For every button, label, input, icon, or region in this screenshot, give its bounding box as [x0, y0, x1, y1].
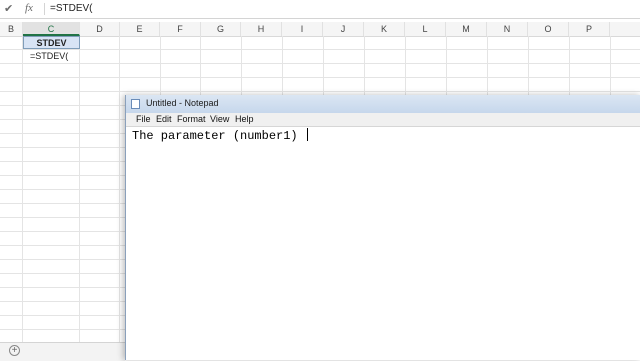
column-header-b[interactable]: B — [0, 22, 23, 36]
formula-input[interactable]: =STDEV( — [50, 3, 93, 14]
menu-view[interactable]: View — [210, 114, 229, 124]
column-header-p[interactable]: P — [569, 22, 610, 36]
menu-edit[interactable]: Edit — [156, 114, 172, 124]
cell-c1[interactable]: STDEV — [23, 36, 80, 49]
text-caret — [306, 128, 308, 141]
column-header-o[interactable]: O — [528, 22, 569, 36]
editor-text-line[interactable]: The parameter (number1) — [132, 128, 308, 143]
menu-file[interactable]: File — [136, 114, 151, 124]
formula-bar: ✔ fx =STDEV( — [0, 0, 640, 19]
column-header-d[interactable]: D — [80, 22, 120, 36]
menu-bar: File Edit Format View Help — [126, 113, 640, 127]
column-header-e[interactable]: E — [120, 22, 160, 36]
grid-line — [0, 63, 640, 64]
function-icon[interactable]: fx — [25, 2, 33, 14]
menu-help[interactable]: Help — [235, 114, 254, 124]
column-header-l[interactable]: L — [405, 22, 446, 36]
grid-line — [119, 36, 120, 360]
notepad-icon — [131, 99, 140, 109]
editor-text: The parameter (number1) — [132, 129, 305, 143]
column-header-g[interactable]: G — [201, 22, 241, 36]
menu-format[interactable]: Format — [177, 114, 206, 124]
add-sheet-button[interactable]: + — [9, 345, 20, 356]
grid-line — [22, 36, 23, 360]
grid-line — [79, 36, 80, 360]
text-editor-area[interactable]: The parameter (number1) — [126, 127, 640, 360]
column-header-n[interactable]: N — [487, 22, 528, 36]
column-header-row: B C D E F G H I J K L M N O P — [0, 22, 640, 37]
grid-line — [0, 91, 640, 92]
grid-line — [0, 77, 640, 78]
title-bar[interactable]: Untitled - Notepad — [126, 95, 640, 113]
checkmark-icon[interactable]: ✔ — [4, 2, 13, 15]
grid-line — [0, 49, 640, 50]
column-header-j[interactable]: J — [323, 22, 364, 36]
column-header-f[interactable]: F — [160, 22, 201, 36]
cell-c2[interactable]: =STDEV( — [30, 50, 68, 63]
formula-bar-divider — [44, 3, 45, 15]
notepad-window: Untitled - Notepad File Edit Format View… — [125, 95, 640, 360]
column-header-k[interactable]: K — [364, 22, 405, 36]
window-title: Untitled - Notepad — [146, 98, 219, 108]
column-header-i[interactable]: I — [282, 22, 323, 36]
column-header-c[interactable]: C — [23, 22, 80, 36]
column-header-h[interactable]: H — [241, 22, 282, 36]
column-header-m[interactable]: M — [446, 22, 487, 36]
